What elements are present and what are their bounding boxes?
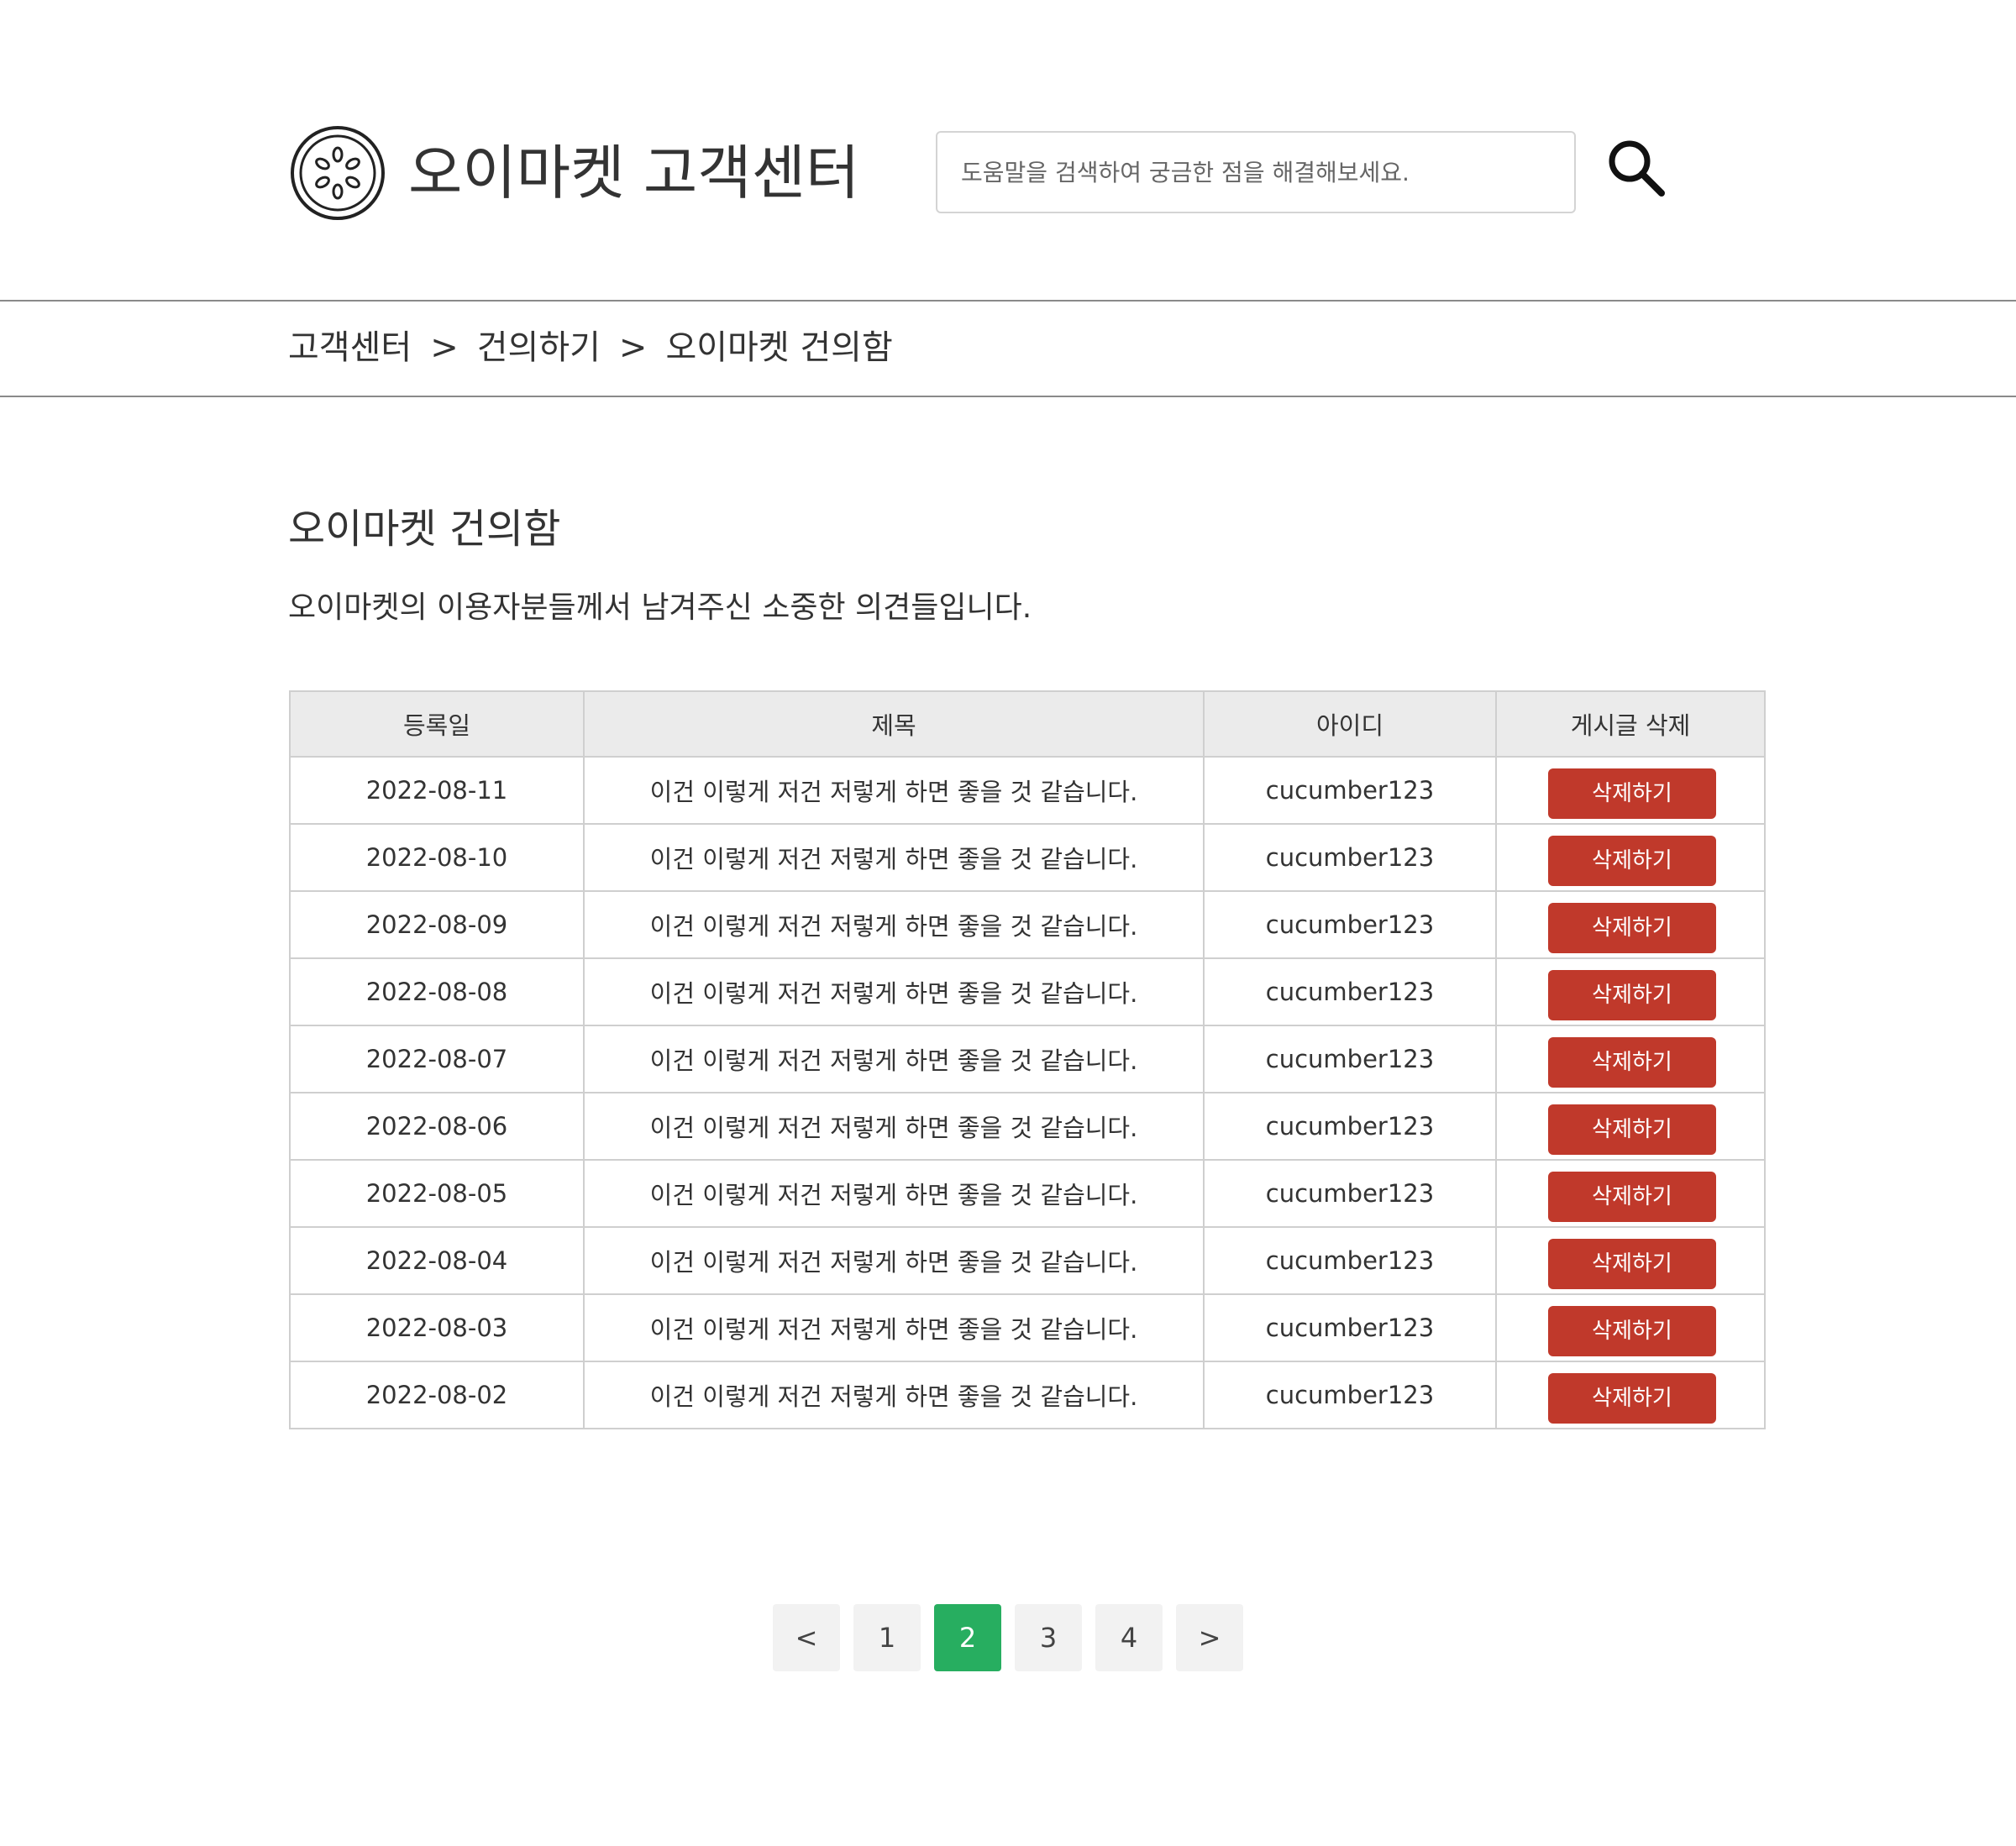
table-row: 2022-08-04 이건 이렇게 저건 저렇게 하면 좋을 것 같습니다. c…	[289, 1226, 1766, 1295]
row-user-id: cucumber123	[1203, 1025, 1497, 1093]
row-delete-cell: 삭제하기	[1495, 890, 1766, 959]
cucumber-slice-icon[interactable]	[289, 124, 386, 222]
row-user-id: cucumber123	[1203, 756, 1497, 825]
delete-button[interactable]: 삭제하기	[1548, 903, 1716, 953]
row-date: 2022-08-11	[289, 756, 585, 825]
column-header-title: 제목	[583, 690, 1205, 758]
page-description: 오이마켓의 이용자분들께서 남겨주신 소중한 의견들입니다.	[288, 590, 1032, 625]
row-delete-cell: 삭제하기	[1495, 957, 1766, 1026]
row-delete-cell: 삭제하기	[1495, 1361, 1766, 1429]
row-user-id: cucumber123	[1203, 1226, 1497, 1295]
row-date: 2022-08-09	[289, 890, 585, 959]
site-title[interactable]: 오이마켓 고객센터	[408, 126, 859, 220]
row-delete-cell: 삭제하기	[1495, 1025, 1766, 1093]
page-button-1[interactable]: 1	[853, 1604, 921, 1671]
row-delete-cell: 삭제하기	[1495, 1092, 1766, 1161]
prev-page-button[interactable]: <	[773, 1604, 840, 1671]
breadcrumb-item-suggestion-box[interactable]: 오이마켓 건의함	[665, 321, 892, 375]
delete-button[interactable]: 삭제하기	[1548, 836, 1716, 886]
delete-button[interactable]: 삭제하기	[1548, 1172, 1716, 1222]
page-button-4[interactable]: 4	[1095, 1604, 1163, 1671]
row-user-id: cucumber123	[1203, 957, 1497, 1026]
table-row: 2022-08-03 이건 이렇게 저건 저렇게 하면 좋을 것 같습니다. c…	[289, 1293, 1766, 1362]
search-icon	[1604, 136, 1668, 200]
page-title: 오이마켓 건의함	[288, 506, 561, 553]
table-row: 2022-08-11 이건 이렇게 저건 저렇게 하면 좋을 것 같습니다. c…	[289, 756, 1766, 825]
delete-button[interactable]: 삭제하기	[1548, 970, 1716, 1020]
table-row: 2022-08-02 이건 이렇게 저건 저렇게 하면 좋을 것 같습니다. c…	[289, 1361, 1766, 1429]
row-date: 2022-08-02	[289, 1361, 585, 1429]
suggestion-table: 등록일 제목 아이디 게시글 삭제 2022-08-11 이건 이렇게 저건 저…	[289, 690, 1766, 1429]
row-date: 2022-08-04	[289, 1226, 585, 1295]
table-row: 2022-08-06 이건 이렇게 저건 저렇게 하면 좋을 것 같습니다. c…	[289, 1092, 1766, 1161]
row-user-id: cucumber123	[1203, 1092, 1497, 1161]
row-user-id: cucumber123	[1203, 890, 1497, 959]
breadcrumb-separator: >	[618, 328, 648, 367]
breadcrumb-separator: >	[430, 328, 459, 367]
row-title[interactable]: 이건 이렇게 저건 저렇게 하면 좋을 것 같습니다.	[583, 1092, 1205, 1161]
row-user-id: cucumber123	[1203, 1159, 1497, 1228]
row-date: 2022-08-03	[289, 1293, 585, 1362]
row-title[interactable]: 이건 이렇게 저건 저렇게 하면 좋을 것 같습니다.	[583, 1159, 1205, 1228]
row-title[interactable]: 이건 이렇게 저건 저렇게 하면 좋을 것 같습니다.	[583, 756, 1205, 825]
delete-button[interactable]: 삭제하기	[1548, 1306, 1716, 1356]
row-title[interactable]: 이건 이렇게 저건 저렇게 하면 좋을 것 같습니다.	[583, 823, 1205, 892]
row-delete-cell: 삭제하기	[1495, 1159, 1766, 1228]
row-delete-cell: 삭제하기	[1495, 1293, 1766, 1362]
row-date: 2022-08-10	[289, 823, 585, 892]
delete-button[interactable]: 삭제하기	[1548, 1037, 1716, 1088]
row-title[interactable]: 이건 이렇게 저건 저렇게 하면 좋을 것 같습니다.	[583, 1361, 1205, 1429]
delete-button[interactable]: 삭제하기	[1548, 768, 1716, 819]
breadcrumb-item-support[interactable]: 고객센터	[288, 321, 412, 375]
table-row: 2022-08-08 이건 이렇게 저건 저렇게 하면 좋을 것 같습니다. c…	[289, 957, 1766, 1026]
search-input[interactable]	[936, 131, 1576, 213]
breadcrumb: 고객센터 > 건의하기 > 오이마켓 건의함	[288, 321, 893, 375]
row-title[interactable]: 이건 이렇게 저건 저렇게 하면 좋을 것 같습니다.	[583, 957, 1205, 1026]
column-header-delete: 게시글 삭제	[1495, 690, 1766, 758]
delete-button[interactable]: 삭제하기	[1548, 1104, 1716, 1155]
delete-button[interactable]: 삭제하기	[1548, 1239, 1716, 1289]
table-row: 2022-08-05 이건 이렇게 저건 저렇게 하면 좋을 것 같습니다. c…	[289, 1159, 1766, 1228]
row-date: 2022-08-06	[289, 1092, 585, 1161]
column-header-user-id: 아이디	[1203, 690, 1497, 758]
row-user-id: cucumber123	[1203, 823, 1497, 892]
row-delete-cell: 삭제하기	[1495, 756, 1766, 825]
next-page-button[interactable]: >	[1176, 1604, 1243, 1671]
table-row: 2022-08-09 이건 이렇게 저건 저렇게 하면 좋을 것 같습니다. c…	[289, 890, 1766, 959]
table-header-row: 등록일 제목 아이디 게시글 삭제	[289, 690, 1766, 758]
divider	[0, 300, 2016, 302]
pagination: < 1 2 3 4 >	[773, 1604, 1243, 1671]
breadcrumb-item-suggest[interactable]: 건의하기	[477, 321, 601, 375]
column-header-date: 등록일	[289, 690, 585, 758]
row-user-id: cucumber123	[1203, 1361, 1497, 1429]
search-button[interactable]	[1604, 136, 1668, 200]
header: 오이마켓 고객센터	[0, 0, 2016, 300]
delete-button[interactable]: 삭제하기	[1548, 1373, 1716, 1424]
row-title[interactable]: 이건 이렇게 저건 저렇게 하면 좋을 것 같습니다.	[583, 890, 1205, 959]
row-date: 2022-08-05	[289, 1159, 585, 1228]
table-row: 2022-08-10 이건 이렇게 저건 저렇게 하면 좋을 것 같습니다. c…	[289, 823, 1766, 892]
row-title[interactable]: 이건 이렇게 저건 저렇게 하면 좋을 것 같습니다.	[583, 1025, 1205, 1093]
row-title[interactable]: 이건 이렇게 저건 저렇게 하면 좋을 것 같습니다.	[583, 1293, 1205, 1362]
row-user-id: cucumber123	[1203, 1293, 1497, 1362]
page-button-2-current[interactable]: 2	[934, 1604, 1001, 1671]
page-button-3[interactable]: 3	[1015, 1604, 1082, 1671]
row-delete-cell: 삭제하기	[1495, 1226, 1766, 1295]
row-date: 2022-08-07	[289, 1025, 585, 1093]
row-title[interactable]: 이건 이렇게 저건 저렇게 하면 좋을 것 같습니다.	[583, 1226, 1205, 1295]
row-delete-cell: 삭제하기	[1495, 823, 1766, 892]
divider	[0, 396, 2016, 397]
row-date: 2022-08-08	[289, 957, 585, 1026]
table-row: 2022-08-07 이건 이렇게 저건 저렇게 하면 좋을 것 같습니다. c…	[289, 1025, 1766, 1093]
